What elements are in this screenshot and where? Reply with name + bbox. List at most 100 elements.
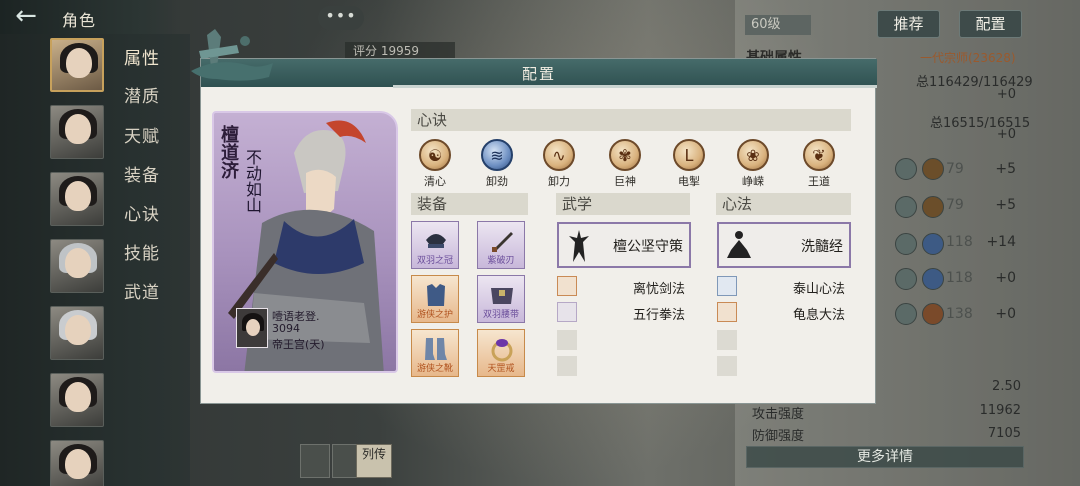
equip-slot-boots[interactable]: 游侠之靴 <box>411 329 459 377</box>
mountain-art-icon[interactable] <box>717 276 737 296</box>
sidebar-tab-wudao[interactable]: 武道 <box>124 278 160 303</box>
sidebar-tab-equipment[interactable]: 装备 <box>124 161 160 186</box>
hero-title: 不动如山 <box>243 149 262 213</box>
equip-slot-armor[interactable]: 游侠之护 <box>411 275 459 323</box>
attr-add: +5 <box>995 161 1016 177</box>
agility-method-icon <box>895 268 917 290</box>
sidebar-tab-potential[interactable]: 潜质 <box>124 82 160 107</box>
xinfa-sub-2: 龟息大法 <box>792 308 845 323</box>
xinjue-qingxin[interactable]: ☯ 清心 <box>411 139 459 189</box>
xinjue-label: 电掣 <box>678 175 700 188</box>
dialog-title: 配置 <box>521 65 556 83</box>
equip-label: 双羽之冠 <box>416 256 453 266</box>
sword-icon <box>492 232 513 252</box>
fist-art-icon[interactable] <box>557 302 577 322</box>
equip-label: 紫破刃 <box>487 256 515 266</box>
defense-value: 7105 <box>987 426 1021 441</box>
wuxue-main-skill[interactable]: 檀公坚守策 <box>557 222 691 268</box>
xinjue-dianche[interactable]: ᒪ 电掣 <box>665 139 713 189</box>
xinjue-wangdao-icon: ❦ <box>803 139 835 171</box>
level-badge: 60级 <box>745 15 811 35</box>
xinfa-main-name: 洗髓经 <box>801 239 843 255</box>
hero-avatar-6[interactable] <box>50 373 104 427</box>
hero-avatar-3[interactable] <box>50 172 104 226</box>
config-button[interactable]: 配置 <box>959 10 1022 38</box>
dialog-header: 配置 <box>201 59 877 87</box>
xinjue-jushen-icon: ✾ <box>609 139 641 171</box>
sidebar: 属性 潜质 天赋 装备 心诀 技能 武道 <box>0 34 190 486</box>
page-title: 角色 <box>62 11 97 30</box>
hero-avatar-7[interactable] <box>50 440 104 486</box>
xinfa-main-skill[interactable]: 洗髓经 <box>717 222 851 268</box>
belt-icon <box>491 288 513 304</box>
equip-label: 天罡戒 <box>487 364 515 374</box>
hero-avatar-4[interactable] <box>50 239 104 293</box>
biography-tab[interactable]: 列传 <box>356 444 392 478</box>
xinjue-label: 巨神 <box>614 175 636 188</box>
attr-badge-icon <box>922 158 944 180</box>
attack-value: 11962 <box>979 403 1021 418</box>
wuxue-section-header: 武学 <box>556 193 690 215</box>
sidebar-tab-attributes[interactable]: 属性 <box>124 44 160 69</box>
attr-add: +0 <box>995 306 1016 322</box>
hero-card[interactable]: 檀道济 不动如山 噎语老登. 3094 帝王宫(天) <box>212 111 398 373</box>
attr-value: 79 <box>946 197 964 213</box>
attr-badge-icon <box>922 303 944 325</box>
attr-badge-icon <box>922 233 944 255</box>
xinjue-xiejin[interactable]: ≋ 卸劲 <box>473 139 521 189</box>
hp-add: +0 <box>996 87 1016 102</box>
equip-slot-weapon[interactable]: 紫破刃 <box>477 221 525 269</box>
xinjue-label: 峥嵘 <box>742 175 764 188</box>
xinjue-label: 卸劲 <box>486 175 508 188</box>
xinjue-xieli[interactable]: ∿ 卸力 <box>535 139 583 189</box>
player-server: 帝王宫(天) <box>272 338 325 351</box>
wuxue-sub-2: 五行拳法 <box>632 308 685 323</box>
sidebar-tab-xinjue[interactable]: 心诀 <box>124 200 160 225</box>
equip-label: 双羽腰带 <box>482 310 519 320</box>
turtle-art-icon[interactable] <box>717 302 737 322</box>
more-details-button[interactable]: 更多详情 <box>746 446 1024 468</box>
sidebar-tab-talent[interactable]: 天赋 <box>124 122 160 147</box>
dialog-divider <box>393 85 877 88</box>
xinjue-zhengrong[interactable]: ❀ 峥嵘 <box>729 139 777 189</box>
empty-skill-slot[interactable] <box>717 330 737 350</box>
attr-add: +14 <box>986 234 1016 250</box>
equip-slot-ring[interactable]: 天罡戒 <box>477 329 525 377</box>
armor-icon <box>427 284 445 306</box>
equipment-section-header: 装备 <box>411 193 528 215</box>
xinjue-xiejin-icon: ≋ <box>481 139 513 171</box>
sword-art-icon[interactable] <box>557 276 577 296</box>
extra-value: 2.50 <box>992 379 1021 394</box>
hero-avatar-1[interactable] <box>50 38 104 92</box>
attr-add: +0 <box>995 270 1016 286</box>
meditation-icon <box>727 231 751 258</box>
mp-add: +0 <box>996 127 1016 142</box>
back-arrow-icon[interactable]: ← <box>6 3 46 30</box>
gate-method-icon <box>895 196 917 218</box>
body-method-icon <box>895 233 917 255</box>
xinjue-label: 王道 <box>808 175 830 188</box>
xinjue-section-header: 心诀 <box>411 109 851 131</box>
ring-icon <box>491 339 513 362</box>
config-dialog: 配置 檀道济 不动如山 噎语老登. 3094 帝王宫(天) 心诀 ☯ 清心 ≋ 卸劲 ∿… <box>191 29 877 404</box>
sword-method-icon <box>895 158 917 180</box>
attack-label: 攻击强度 <box>752 407 805 422</box>
empty-skill-slot[interactable] <box>717 356 737 376</box>
hero-avatar-5[interactable] <box>50 306 104 360</box>
xinjue-wangdao[interactable]: ❦ 王道 <box>795 139 843 189</box>
defense-label: 防御强度 <box>752 429 805 444</box>
sidebar-tab-skills[interactable]: 技能 <box>124 239 160 264</box>
xinjue-xieli-icon: ∿ <box>543 139 575 171</box>
scroll-icon[interactable] <box>300 444 330 478</box>
chat-bubble-icon[interactable]: ••• <box>318 6 364 30</box>
hero-avatar-2[interactable] <box>50 105 104 159</box>
wuxue-main-name: 檀公坚守策 <box>613 239 683 255</box>
equip-slot-belt[interactable]: 双羽腰带 <box>477 275 525 323</box>
equip-slot-helmet[interactable]: 双羽之冠 <box>411 221 459 269</box>
recommend-button[interactable]: 推荐 <box>877 10 940 38</box>
attr-value: 118 <box>946 234 973 250</box>
xinjue-jushen[interactable]: ✾ 巨神 <box>601 139 649 189</box>
empty-skill-slot[interactable] <box>557 356 577 376</box>
rank-text: 一代宗师(23628) <box>920 51 1016 65</box>
empty-skill-slot[interactable] <box>557 330 577 350</box>
